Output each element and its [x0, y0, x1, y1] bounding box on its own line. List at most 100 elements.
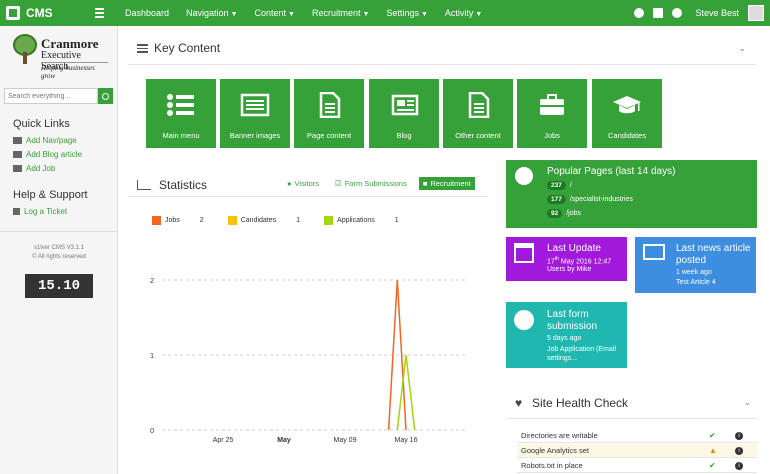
brand-tagline: Helping businesses grow: [41, 62, 108, 80]
list-icon: [167, 94, 194, 116]
health-row: Robots.txt in place ✔ i: [517, 459, 757, 473]
globe-icon[interactable]: [634, 8, 645, 18]
divider: [128, 64, 756, 65]
version-badge: 15.10: [25, 274, 93, 298]
last-update-panel[interactable]: Last Update 17th May 2016 12:47 Users by…: [506, 237, 627, 281]
tile-banner-images[interactable]: Banner images: [220, 79, 290, 148]
last-news-panel[interactable]: Last news article posted 1 week ago Test…: [635, 237, 756, 293]
nav-activity[interactable]: Activity ▼: [445, 8, 482, 18]
key-content-title: Key Content: [154, 41, 221, 55]
legend-swatch: [227, 216, 237, 225]
info-icon[interactable]: i: [735, 431, 743, 440]
statistics-tabs: ● Visitors ☑ Form Submissions ■ Recruitment: [283, 177, 475, 190]
tile-label: Candidates: [608, 131, 646, 140]
tile-other-content[interactable]: Other content: [443, 79, 513, 148]
warning-icon: ▲: [709, 446, 717, 455]
briefcase-icon: ■: [422, 179, 428, 188]
quick-link-add-nav-page[interactable]: Add Nav/page: [13, 136, 77, 145]
chevron-down-icon[interactable]: ⌄: [744, 398, 751, 407]
last-update-date: 17th May 2016 12:47: [547, 256, 612, 266]
chevron-down-icon[interactable]: ⌄: [739, 44, 746, 53]
search-input[interactable]: [4, 88, 98, 104]
briefcase-icon: [540, 94, 564, 115]
site-health-title: Site Health Check: [532, 396, 629, 410]
last-news-item: Test Article 4: [676, 279, 716, 286]
tile-label: Blog: [396, 131, 412, 140]
search-icon: [102, 92, 109, 100]
edit-icon: ☑: [334, 179, 342, 188]
brand-logo: Cranmore Executive Search Helping busine…: [12, 34, 108, 80]
y-tick-label: 0: [150, 428, 154, 435]
info-icon[interactable]: i: [735, 461, 743, 470]
caret-down-icon: ▼: [475, 11, 483, 18]
cms-logo-icon: [6, 6, 20, 20]
tile-label: Main menu: [162, 131, 200, 140]
x-tick-label: May 16: [395, 437, 418, 444]
tile-blog[interactable]: Blog: [369, 79, 439, 148]
tile-jobs[interactable]: Jobs: [517, 79, 587, 148]
info-icon[interactable]: i: [735, 446, 743, 455]
tree-logo-icon: [12, 34, 38, 64]
wrench-icon: [13, 208, 20, 215]
legend-swatch: [152, 216, 161, 225]
nav-navigation[interactable]: Navigation ▼: [186, 8, 237, 18]
popular-page-row[interactable]: 92/jobs: [547, 209, 581, 218]
last-news-title: Last news article posted: [676, 243, 751, 266]
app-logo[interactable]: CMS: [0, 0, 100, 26]
users-icon: ●: [287, 179, 292, 188]
check-icon: ✔: [709, 461, 716, 470]
hamburger-menu-icon[interactable]: [95, 8, 115, 18]
newspaper-icon: [643, 244, 665, 260]
legend-item-applications[interactable]: Applications 1: [324, 216, 399, 225]
legend-swatch: [324, 216, 334, 225]
rights-text: © All rights reserved: [32, 254, 86, 260]
popular-pages-panel[interactable]: Popular Pages (last 14 days) 237/ 177/sp…: [506, 160, 757, 228]
legend-item-jobs[interactable]: Jobs 2: [152, 216, 204, 225]
quick-link-add-job[interactable]: Add Job: [13, 164, 55, 173]
briefcase-icon: [13, 165, 22, 172]
tab-form-submissions[interactable]: ☑ Form Submissions: [331, 177, 411, 190]
check-icon: ✔: [709, 431, 716, 440]
list-icon: [137, 43, 148, 53]
last-update-title: Last Update: [547, 243, 601, 254]
document-icon: [319, 92, 341, 118]
line-chart-icon: [137, 180, 151, 190]
tab-visitors[interactable]: ● Visitors: [283, 177, 323, 190]
help-icon[interactable]: [672, 8, 683, 18]
search-button[interactable]: [98, 88, 113, 104]
last-form-panel[interactable]: Last form submission 5 days ago Job Appl…: [506, 302, 627, 368]
nav-content[interactable]: Content ▼: [255, 8, 295, 18]
tab-recruitment[interactable]: ■ Recruitment: [418, 177, 475, 190]
calendar-icon: [514, 243, 534, 263]
user-name[interactable]: Steve Best: [695, 8, 739, 18]
recruitment-line-chart: 0 1 2 Apr 25 May May 09 May 16: [150, 278, 467, 444]
nav-settings[interactable]: Settings ▼: [386, 8, 427, 18]
divider: [507, 418, 757, 419]
file-icon: [468, 92, 490, 118]
popular-page-row[interactable]: 237/: [547, 181, 572, 190]
x-tick-label: May 09: [334, 437, 357, 444]
tile-candidates[interactable]: Candidates: [592, 79, 662, 148]
site-health-header: ♥ Site Health Check: [515, 396, 628, 410]
avatar[interactable]: [748, 5, 764, 21]
log-ticket-link[interactable]: Log a Ticket: [13, 207, 67, 216]
quick-link-add-blog-article[interactable]: Add Blog article: [13, 150, 82, 159]
y-tick-label: 2: [150, 278, 154, 285]
nav-recruitment[interactable]: Recruitment ▼: [312, 8, 369, 18]
version-text: s1lver CMS V3.1.1: [33, 245, 85, 251]
check-circle-icon: [514, 310, 534, 330]
y-tick-label: 1: [150, 353, 154, 360]
legend-item-candidates[interactable]: Candidates 1: [227, 216, 300, 225]
tile-main-menu[interactable]: Main menu: [146, 79, 216, 148]
health-row: Directories are writable ✔ i: [517, 429, 757, 443]
app-name: CMS: [26, 6, 53, 20]
popular-page-row[interactable]: 177/specialist-industries: [547, 195, 633, 204]
tile-page-content[interactable]: Page content: [294, 79, 364, 148]
document-icon[interactable]: [653, 8, 664, 18]
last-news-when: 1 week ago: [676, 269, 712, 276]
health-row: Google Analytics set ▲ i: [517, 444, 757, 458]
statistics-header: Statistics: [137, 178, 207, 192]
image-icon: [240, 93, 270, 117]
sidebar-divider: [0, 231, 118, 232]
nav-dashboard[interactable]: Dashboard: [125, 8, 169, 18]
